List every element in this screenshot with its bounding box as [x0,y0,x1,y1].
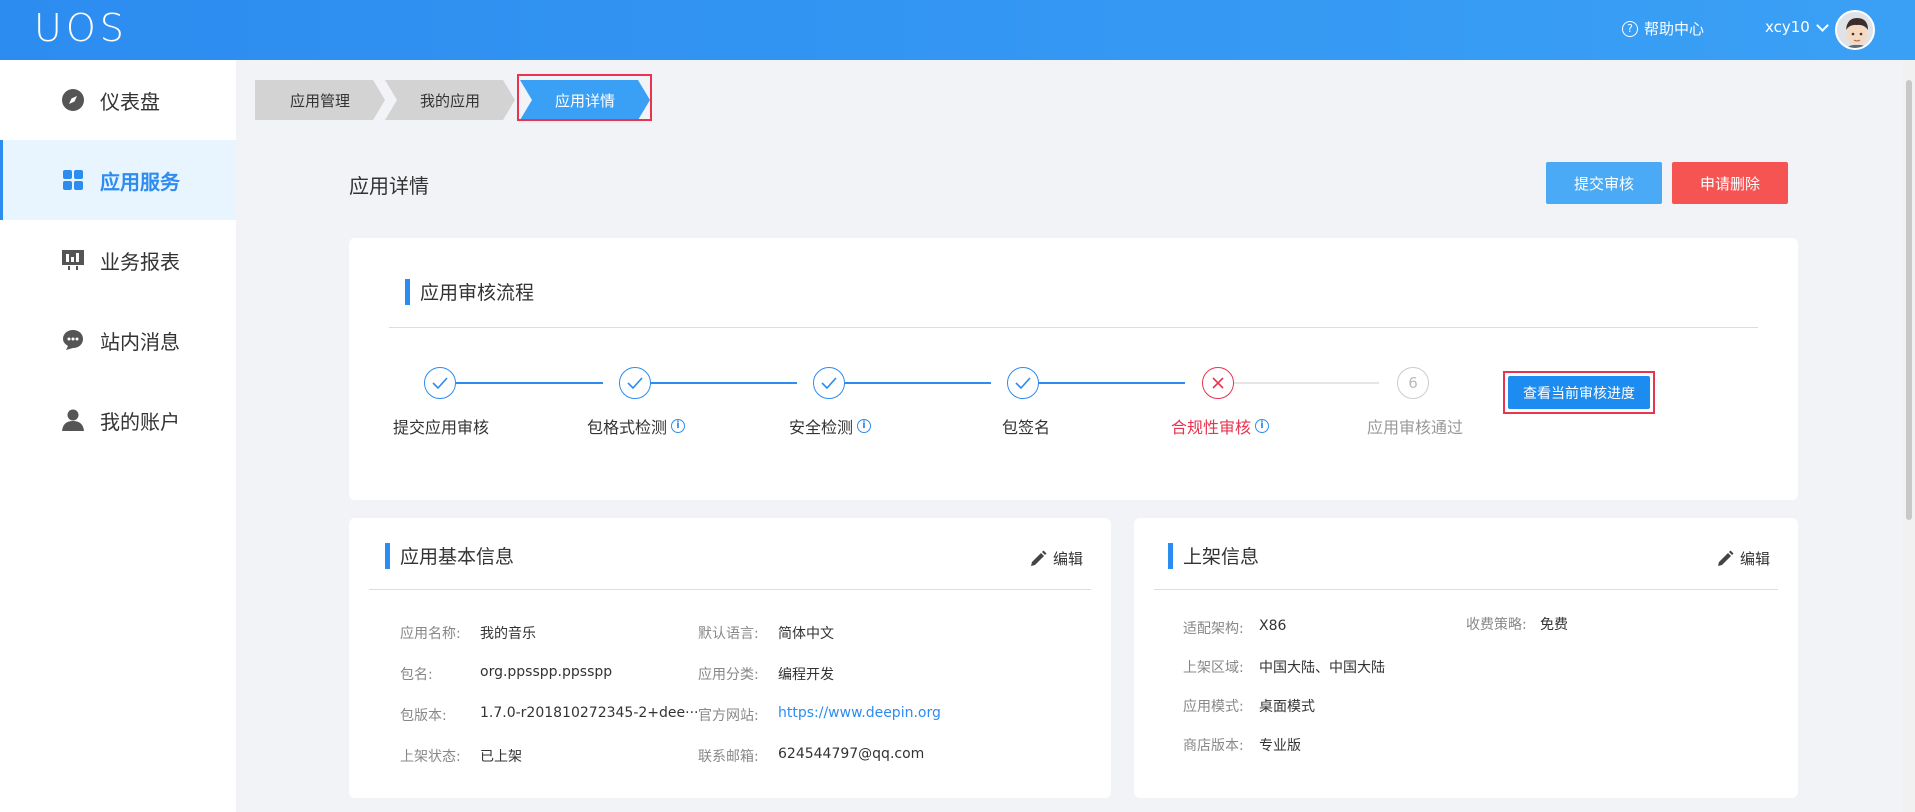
field-email: 联系邮箱: 624544797@qq.com [698,746,925,765]
field-website: 官方网站: https://www.deepin.org [698,705,941,725]
step-connector [635,382,797,384]
avatar[interactable] [1835,10,1875,50]
chevron-down-icon [1815,18,1829,32]
step-connector [1023,382,1185,384]
pencil-icon [1031,550,1047,566]
sidebar-item-label: 业务报表 [100,249,180,274]
help-center-label: 帮助中心 [1644,20,1705,38]
info-icon[interactable]: i [857,419,872,433]
sidebar-item-label: 我的账户 [100,409,180,434]
sidebar-item-label: 站内消息 [100,329,180,354]
basic-info-edit-button[interactable]: 编辑 [1029,548,1083,569]
divider [1154,589,1778,590]
compass-icon [60,87,86,113]
review-flow-title: 应用审核流程 [405,278,534,305]
help-center-link[interactable]: ? 帮助中心 [1622,18,1704,39]
user-menu[interactable]: xcy10 [1765,18,1829,36]
step-connector [1217,382,1379,384]
grid-icon [60,167,86,193]
step-1-check-icon [424,367,456,399]
divider [389,327,1758,328]
sidebar-item-reports[interactable]: 业务报表 [0,220,236,300]
step-label-compliance: 合规性审核 i [1171,414,1270,438]
basic-info-title: 应用基本信息 [385,542,514,569]
avatar-face-icon [1837,12,1873,48]
uos-logo[interactable]: UOS [34,8,128,48]
divider [369,589,1091,590]
submit-review-button[interactable]: 提交审核 [1546,162,1662,204]
report-icon [60,247,86,273]
sidebar-item-messages[interactable]: 站内消息 [0,300,236,380]
message-icon [60,327,86,353]
sidebar: 仪表盘 应用服务 业务报表 站内消息 我的账户 [0,60,236,812]
field-shelf-region: 上架区域: 中国大陆、中国大陆 [1183,660,1385,676]
pencil-icon [1718,550,1734,566]
field-app-mode: 应用模式: 桌面模式 [1183,699,1315,715]
field-default-language: 默认语言: 简体中文 [698,626,834,642]
step-label-package-format: 包格式检测 i [587,414,686,438]
request-delete-button[interactable]: 申请删除 [1672,162,1788,204]
view-review-progress-button[interactable]: 查看当前审核进度 [1508,376,1650,409]
step-connector [456,382,603,384]
field-architecture: 适配架构: X86 [1183,618,1287,637]
info-icon[interactable]: i [1255,419,1270,433]
step-label-submit: 提交应用审核 [393,418,490,437]
shelf-info-edit-button[interactable]: 编辑 [1716,548,1770,569]
step-4-check-icon [1007,367,1039,399]
field-package-version: 包版本: 1.7.0-r201810272345-2+dee··· [400,705,699,724]
sidebar-item-label: 仪表盘 [100,89,160,114]
field-shelf-status: 上架状态: 已上架 [400,749,522,765]
step-label-signature: 包签名 [1002,418,1051,437]
basic-info-card: 应用基本信息 编辑 应用名称: 我的音乐 包名: org.ppsspp.ppss… [349,518,1111,798]
sidebar-item-account[interactable]: 我的账户 [0,380,236,460]
breadcrumb-item-app-management[interactable]: 应用管理 [255,80,385,120]
step-6-number: 6 [1397,367,1429,399]
shelf-info-card: 上架信息 编辑 适配架构: X86 上架区域: 中国大陆、中国大陆 应用模式: … [1134,518,1798,798]
field-app-name: 应用名称: 我的音乐 [400,626,536,642]
step-3-check-icon [813,367,845,399]
field-store-version: 商店版本: 专业版 [1183,738,1301,754]
shelf-info-title: 上架信息 [1168,542,1259,569]
sidebar-item-dashboard[interactable]: 仪表盘 [0,60,236,140]
info-icon[interactable]: i [671,419,686,433]
sidebar-item-label: 应用服务 [100,169,180,194]
page-title: 应用详情 [349,174,429,198]
review-flow-card: 应用审核流程 6 提交应用审核 包格式检测 i 安全检测 i 包签名 合规性审核… [349,238,1798,500]
breadcrumb-item-my-apps[interactable]: 我的应用 [385,80,515,120]
scrollbar-thumb[interactable] [1906,80,1912,520]
sidebar-item-app-service[interactable]: 应用服务 [0,140,236,220]
step-2-check-icon [619,367,651,399]
field-category: 应用分类: 编程开发 [698,667,834,683]
top-bar: UOS ? 帮助中心 xcy10 [0,0,1915,60]
username: xcy10 [1765,18,1810,36]
vertical-scrollbar[interactable] [1903,60,1915,812]
question-icon: ? [1622,20,1638,37]
field-package-name: 包名: org.ppsspp.ppsspp [400,664,613,683]
step-connector [829,382,991,384]
field-pricing: 收费策略: 免费 [1466,617,1568,633]
step-label-approved: 应用审核通过 [1367,418,1464,437]
step-5-close-icon [1202,367,1234,399]
user-icon [60,407,86,433]
website-link[interactable]: https://www.deepin.org [778,705,941,725]
step-label-security: 安全检测 i [789,414,872,438]
